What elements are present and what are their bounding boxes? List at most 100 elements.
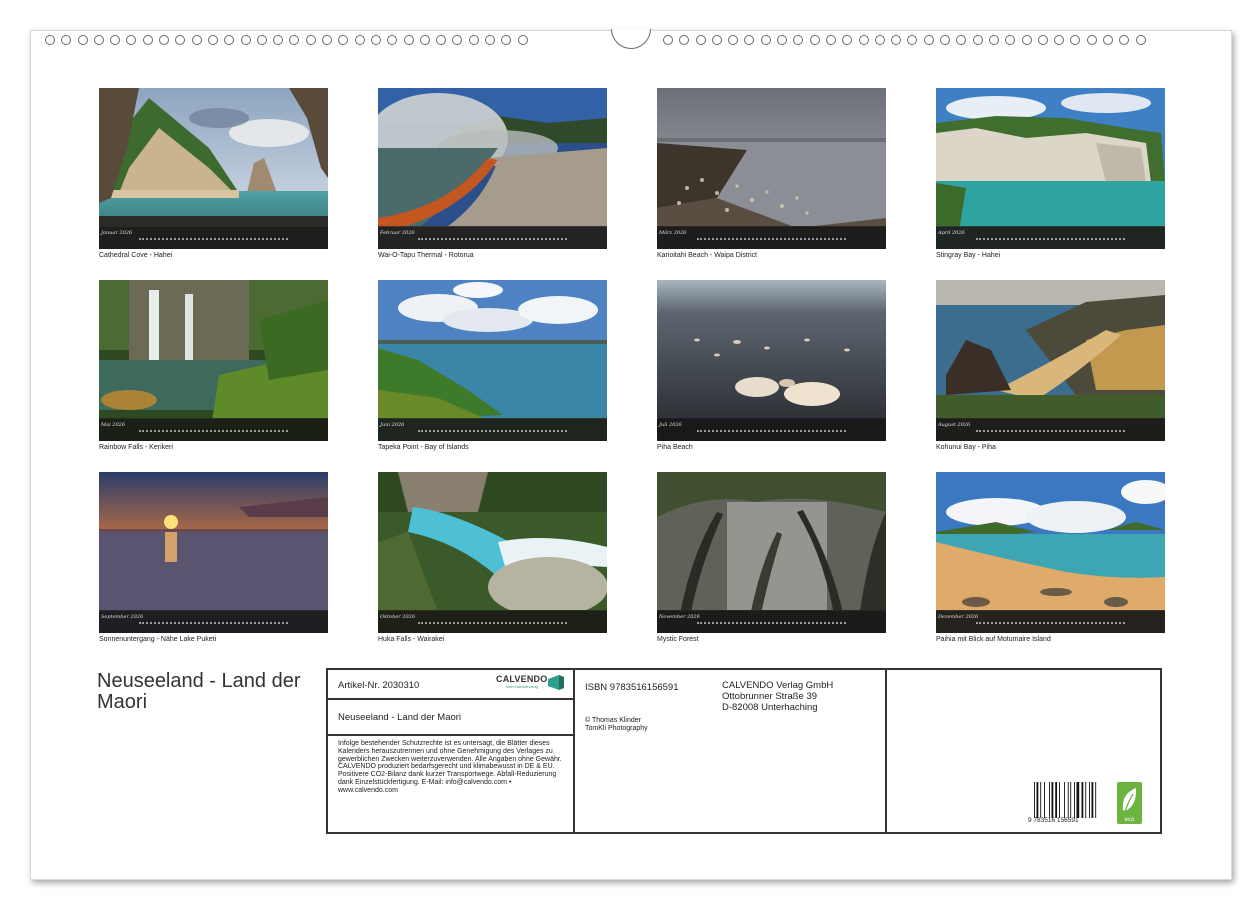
barcode-bar — [1055, 782, 1058, 818]
binding-ring — [956, 35, 967, 45]
binding-ring — [1054, 35, 1065, 45]
barcode-bar — [1051, 782, 1054, 818]
binding-ring — [93, 35, 104, 45]
barcode-bar — [1074, 782, 1075, 818]
isbn: ISBN 9783516156591 — [585, 682, 679, 693]
svg-text:eco: eco — [1125, 817, 1135, 823]
barcode-bar — [1070, 782, 1072, 818]
binding-ring — [468, 35, 479, 45]
photographer: TomKli Photography — [585, 725, 648, 732]
binding-ring — [1021, 35, 1032, 45]
photo-august: August 2026 — [936, 280, 1165, 441]
binding-ring — [1037, 35, 1048, 45]
cathedral-cove-image — [99, 88, 328, 249]
hanger-cutout — [611, 29, 651, 49]
info-box: Artikel-Nr. 2030310 CALVENDO Mein Kalend… — [326, 668, 1162, 834]
binding-ring — [923, 35, 934, 45]
photo-november: November 2026 — [657, 472, 886, 633]
binding-ring — [825, 35, 836, 45]
piha-beach-shells-image — [657, 280, 886, 441]
binding-ring — [322, 35, 333, 45]
product-title: Neuseeland - Land der Maori — [338, 712, 462, 723]
photo-caption: Piha Beach — [657, 444, 693, 451]
stingray-bay-image — [936, 88, 1165, 249]
binding-ring — [436, 35, 447, 45]
binding-ring — [679, 35, 690, 45]
binding-ring — [891, 35, 902, 45]
month-strip: April 2026 — [936, 227, 1165, 249]
barcode-bar — [1067, 782, 1069, 818]
binding-rings-right — [663, 35, 1146, 47]
binding-ring — [273, 35, 284, 45]
binding-ring — [501, 35, 512, 45]
binding-ring — [1119, 35, 1130, 45]
binding-ring — [1070, 35, 1081, 45]
beach-image — [657, 88, 886, 249]
paihia-image — [936, 472, 1165, 633]
calendar-page: Januar 2026 Cathedral Cove - Hahei Febru… — [30, 29, 1232, 880]
kohunui-bay-image — [936, 280, 1165, 441]
binding-ring — [142, 35, 153, 45]
binding-ring — [452, 35, 463, 45]
binding-ring — [485, 35, 496, 45]
photo-october: Oktober 2026 — [378, 472, 607, 633]
binding-ring — [988, 35, 999, 45]
copyright: © Thomas Klinder — [585, 717, 641, 724]
month-strip: September 2026 — [99, 611, 328, 633]
photo-caption: Wai-O-Tapu Thermal - Rotorua — [378, 252, 474, 259]
binding-ring — [207, 35, 218, 45]
binding-rings-left — [45, 35, 528, 47]
barcode-bar — [1091, 782, 1094, 818]
photo-caption: Karioitahi Beach - Waipa District — [657, 252, 758, 259]
tapeka-point-image — [378, 280, 607, 441]
product-title-row: Neuseeland - Land der Maori — [328, 700, 573, 736]
barcode-bar — [1040, 782, 1042, 818]
binding-ring — [972, 35, 983, 45]
info-column-2: ISBN 9783516156591 CALVENDO Verlag GmbH … — [575, 670, 887, 832]
barcode — [1034, 782, 1097, 818]
binding-ring — [793, 35, 804, 45]
binding-ring — [45, 35, 55, 45]
binding-ring — [728, 35, 739, 45]
month-strip: Juni 2026 — [378, 419, 607, 441]
binding-ring — [354, 35, 365, 45]
photo-january: Januar 2026 — [99, 88, 328, 249]
binding-ring — [907, 35, 918, 45]
photo-december: Dezember 2026 — [936, 472, 1165, 633]
binding-ring — [711, 35, 722, 45]
binding-ring — [777, 35, 788, 45]
month-strip: Dezember 2026 — [936, 611, 1165, 633]
photo-april: April 2026 — [936, 88, 1165, 249]
month-strip: Mai 2026 — [99, 419, 328, 441]
binding-ring — [940, 35, 951, 45]
photo-february: Februar 2026 — [378, 88, 607, 249]
barcode-bar — [1049, 782, 1050, 818]
sunset-image — [99, 472, 328, 633]
binding-ring — [760, 35, 771, 45]
binding-ring — [858, 35, 869, 45]
mystic-forest-image — [657, 472, 886, 633]
photo-caption: Paihia mit Blick auf Motumaire Island — [936, 636, 1051, 643]
binding-ring — [126, 35, 137, 45]
month-strip: März 2026 — [657, 227, 886, 249]
legal-text: Infolge bestehender Schutzrechte ist es … — [338, 740, 562, 794]
info-column-1: Artikel-Nr. 2030310 CALVENDO Mein Kalend… — [328, 670, 575, 832]
photo-september: September 2026 — [99, 472, 328, 633]
binding-ring — [289, 35, 300, 45]
barcode-bar — [1085, 782, 1087, 818]
binding-ring — [842, 35, 853, 45]
article-row: Artikel-Nr. 2030310 CALVENDO Mein Kalend… — [328, 670, 573, 700]
article-number: Artikel-Nr. 2030310 — [338, 680, 420, 691]
binding-ring — [695, 35, 706, 45]
barcode-bar — [1059, 782, 1060, 818]
thermal-pool-image — [378, 88, 607, 249]
binding-ring — [159, 35, 170, 45]
month-strip: Juli 2026 — [657, 419, 886, 441]
month-strip: Februar 2026 — [378, 227, 607, 249]
photo-caption: Sonnenuntergang - Nähe Lake Puketi — [99, 636, 217, 643]
binding-ring — [175, 35, 186, 45]
binding-ring — [338, 35, 349, 45]
month-strip: August 2026 — [936, 419, 1165, 441]
calvendo-logo-icon — [548, 675, 564, 690]
binding-ring — [387, 35, 398, 45]
